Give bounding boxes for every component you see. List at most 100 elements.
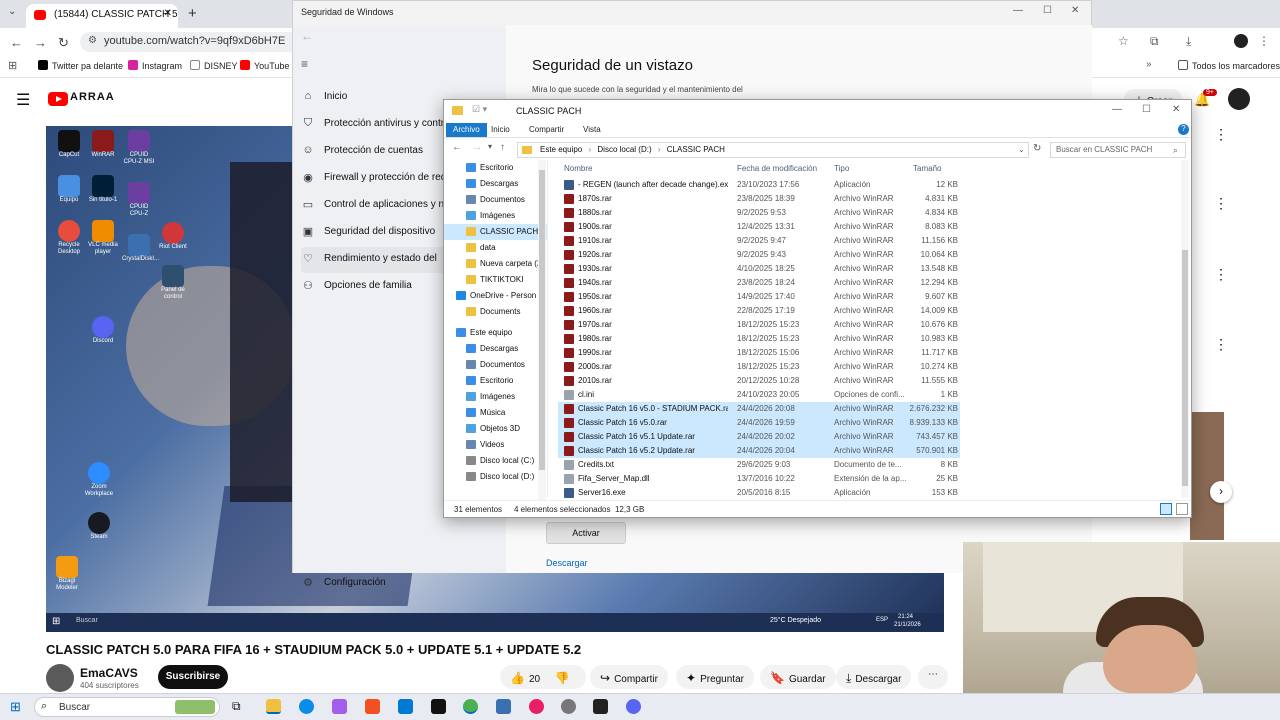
recommendation-thumbnail[interactable] <box>1190 412 1224 540</box>
task-view-icon[interactable]: ⧉ <box>232 699 247 714</box>
file-row[interactable]: Credits.txt 29/6/2025 9:03 Documento de te… <box>558 458 960 472</box>
ribbon-tab-archivo[interactable]: Archivo <box>446 123 487 137</box>
recent-locations-icon[interactable]: ▾ <box>488 142 492 151</box>
explorer-minimize-icon[interactable]: — <box>1112 104 1122 115</box>
tree-item[interactable]: Música <box>444 405 547 421</box>
tree-item[interactable]: Objetos 3D <box>444 421 547 437</box>
hamburger-menu-icon[interactable]: ☰ <box>16 90 30 110</box>
file-row[interactable]: Fifa_Server_Map.dll 13/7/2016 10:22 Extens… <box>558 472 960 486</box>
tree-item[interactable]: data <box>444 240 547 256</box>
tree-item[interactable]: TIKTIKTOKI <box>444 272 547 288</box>
chrome-menu-icon[interactable]: ⋮ <box>1258 34 1270 48</box>
quick-access-toolbar-icon[interactable]: ☑ ▾ <box>472 104 487 115</box>
hamburger-icon[interactable]: ≡ <box>301 57 308 71</box>
file-row[interactable]: Server16.exe 20/5/2016 8:15 Aplicación 153 … <box>558 486 960 498</box>
back-icon[interactable]: ← <box>10 35 23 50</box>
taskbar-store-icon[interactable] <box>365 699 380 714</box>
more-actions-icon[interactable]: ⋯ <box>918 665 948 689</box>
details-view-icon[interactable] <box>1160 503 1172 515</box>
new-tab-icon[interactable]: + <box>188 5 197 22</box>
apps-grid-icon[interactable]: ⊞ <box>8 59 17 72</box>
browser-tab[interactable]: (15844) CLASSIC PATCH 5.0 PAR ✕ <box>26 4 178 28</box>
more-bookmarks-icon[interactable]: » <box>1146 59 1152 70</box>
recommendation-menu-icon-4[interactable]: ⋮ <box>1214 336 1228 353</box>
explorer-maximize-icon[interactable]: ☐ <box>1142 104 1151 115</box>
file-row[interactable]: 1980s.rar 18/12/2025 15:23 Archivo WinRAR 1… <box>558 332 960 346</box>
bizagi-icon[interactable] <box>56 556 78 578</box>
file-row[interactable]: 1920s.rar 9/2/2025 9:43 Archivo WinRAR 10.0… <box>558 248 960 262</box>
channel-name[interactable]: EmaCAVS <box>80 666 138 680</box>
download-link[interactable]: Descargar <box>546 558 588 568</box>
download-button[interactable]: ⤓ Descargar <box>836 665 912 689</box>
file-row[interactable]: 1870s.rar 23/8/2025 18:39 Archivo WinRAR 4.… <box>558 192 960 206</box>
security-settings-link[interactable]: ⚙ Configuración <box>301 571 506 597</box>
cpuz-icon[interactable] <box>128 130 150 152</box>
bookmark-instagram[interactable]: Instagram <box>128 60 182 71</box>
file-row[interactable]: 1950s.rar 14/9/2025 17:40 Archivo WinRAR 9.… <box>558 290 960 304</box>
file-row[interactable]: 1960s.rar 22/8/2025 17:19 Archivo WinRAR 14… <box>558 304 960 318</box>
extensions-icon[interactable]: ⧉ <box>1150 34 1159 49</box>
cpuz-alt-icon[interactable] <box>128 182 150 204</box>
file-row[interactable]: 2000s.rar 18/12/2025 15:23 Archivo WinRAR 1… <box>558 360 960 374</box>
taskbar-obs-icon[interactable] <box>561 699 576 714</box>
ribbon-tab-inicio[interactable]: Inicio <box>484 123 517 137</box>
computer-icon[interactable] <box>58 175 80 197</box>
dislike-icon[interactable]: 👎 <box>555 671 570 685</box>
crystaldisk-icon[interactable] <box>128 234 150 256</box>
file-row[interactable]: 1900s.rar 12/4/2025 13:31 Archivo WinRAR 8.… <box>558 220 960 234</box>
tree-item[interactable]: Imágenes <box>444 208 547 224</box>
column-size[interactable]: Tamaño <box>913 164 941 173</box>
bookmark-star-icon[interactable]: ☆ <box>1118 34 1129 48</box>
photoshop-icon[interactable] <box>92 175 114 197</box>
all-bookmarks[interactable]: Todos los marcadores <box>1178 60 1280 71</box>
youtube-logo-icon[interactable] <box>48 92 68 106</box>
user-avatar[interactable] <box>1228 88 1250 110</box>
file-row[interactable]: Classic Patch 16 v5.0 - STADIUM PACK.rar… <box>558 402 960 416</box>
file-row[interactable]: cl.ini 24/10/2023 20:05 Opciones de confi.… <box>558 388 960 402</box>
ask-button[interactable]: ✦ Preguntar <box>676 665 754 689</box>
taskbar-chrome-icon[interactable] <box>463 699 478 714</box>
activate-button[interactable]: Activar <box>546 522 626 544</box>
capcut-icon[interactable] <box>58 130 80 152</box>
recommendation-menu-icon[interactable]: ⋮ <box>1214 126 1228 143</box>
like-icon[interactable]: 👍 <box>510 671 525 685</box>
address-path[interactable]: Este equipo › Disco local (D:) › CLASSIC… <box>517 142 1029 158</box>
share-button[interactable]: ↪ Compartir <box>590 665 668 689</box>
up-folder-icon[interactable]: ↑ <box>500 142 505 153</box>
taskbar-copilot-icon[interactable] <box>332 699 347 714</box>
vlc-icon[interactable] <box>92 220 114 242</box>
tree-item[interactable]: Disco local (C:) <box>444 453 547 469</box>
taskbar-explorer-icon[interactable] <box>266 699 281 714</box>
help-icon[interactable]: ? <box>1178 124 1189 135</box>
column-type[interactable]: Tipo <box>834 164 849 173</box>
forward-icon[interactable]: → <box>34 35 47 50</box>
downloads-icon[interactable]: ⤓ <box>1186 34 1191 49</box>
taskbar-outlook-icon[interactable] <box>398 699 413 714</box>
tab-search-icon[interactable]: ⌄ <box>8 6 16 17</box>
tree-item[interactable]: Documentos <box>444 357 547 373</box>
tree-item[interactable]: Videos <box>444 437 547 453</box>
save-button[interactable]: 🔖 Guardar <box>760 665 836 689</box>
carousel-next-icon[interactable]: › <box>1210 481 1232 503</box>
bookmark-youtube[interactable]: YouTube <box>240 60 289 71</box>
path-dropdown-icon[interactable]: ⌄ <box>1018 145 1025 154</box>
path-segment-2[interactable]: Disco local (D:) <box>597 145 651 154</box>
path-segment-3[interactable]: CLASSIC PACH <box>667 145 725 154</box>
winrar-icon[interactable] <box>92 130 114 152</box>
tree-item[interactable]: Escritorio <box>444 373 547 389</box>
recommendation-menu-icon-3[interactable]: ⋮ <box>1214 266 1228 283</box>
taskbar-epic-icon[interactable] <box>431 699 446 714</box>
ribbon-tab-compartir[interactable]: Compartir <box>522 123 571 137</box>
tree-item[interactable]: OneDrive - Person <box>444 288 547 304</box>
recycle-icon[interactable] <box>58 220 80 242</box>
maximize-icon[interactable]: ☐ <box>1043 5 1052 16</box>
file-row[interactable]: Classic Patch 16 v5.1 Update.rar 24/4/202… <box>558 430 960 444</box>
tree-item[interactable]: Descargas <box>444 176 547 192</box>
file-row[interactable]: 1910s.rar 9/2/2025 9:47 Archivo WinRAR 11.1… <box>558 234 960 248</box>
tree-item[interactable]: Disco local (D:) <box>444 469 547 485</box>
profile-avatar[interactable] <box>1234 34 1248 48</box>
file-row[interactable]: 1880s.rar 9/2/2025 9:53 Archivo WinRAR 4.83… <box>558 206 960 220</box>
file-row[interactable]: 1970s.rar 18/12/2025 15:23 Archivo WinRAR 1… <box>558 318 960 332</box>
tab-close-icon[interactable]: ✕ <box>164 8 172 19</box>
recommendation-menu-icon-2[interactable]: ⋮ <box>1214 195 1228 212</box>
